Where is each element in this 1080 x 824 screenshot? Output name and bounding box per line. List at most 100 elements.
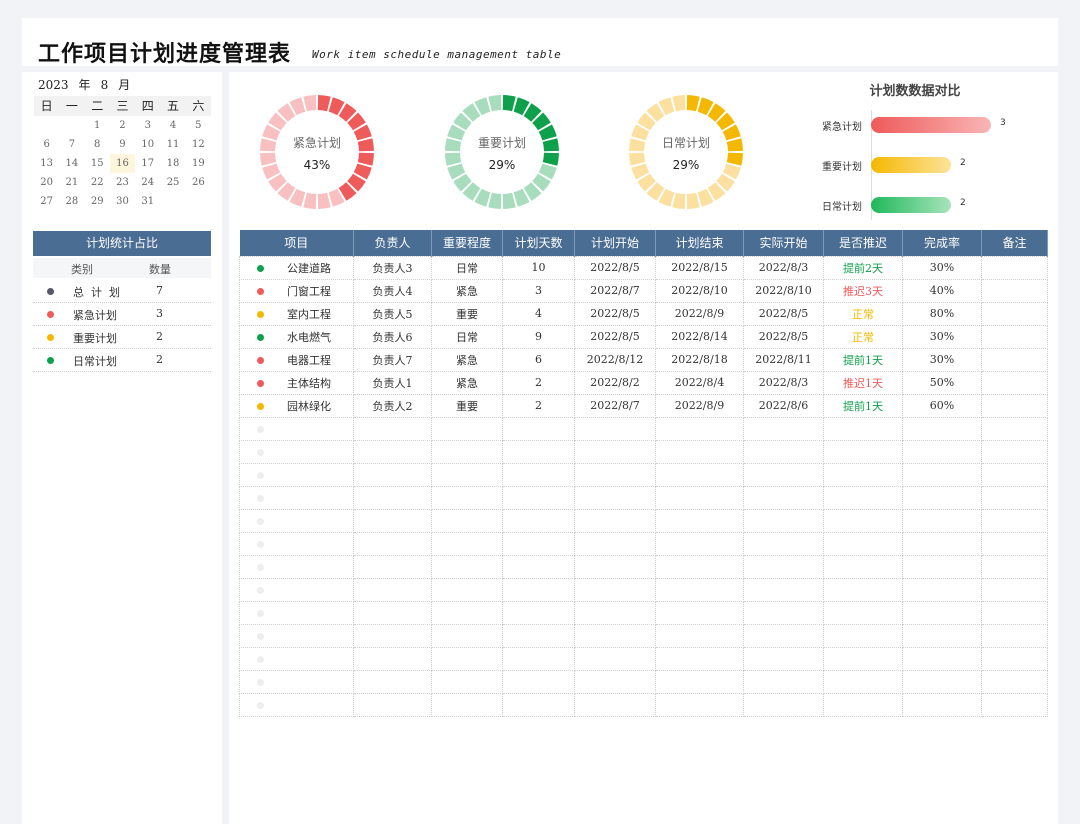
cell-rate[interactable]: 80% <box>902 301 982 326</box>
calendar-day[interactable]: 30 <box>110 192 135 211</box>
cell-project[interactable] <box>239 439 354 464</box>
calendar-day[interactable]: 15 <box>85 154 110 173</box>
cell-delay[interactable]: 提前2天 <box>823 255 903 280</box>
cell-project[interactable]: 水电燃气 <box>239 324 354 349</box>
cell-delay[interactable]: 提前1天 <box>823 393 903 418</box>
cell-empty[interactable] <box>574 439 656 464</box>
cell-plan-end[interactable]: 2022/8/15 <box>655 255 744 280</box>
cell-empty[interactable] <box>502 554 575 579</box>
cell-empty[interactable] <box>902 669 982 694</box>
cell-owner[interactable]: 负责人3 <box>353 255 432 280</box>
cell-project[interactable] <box>239 600 354 625</box>
cell-empty[interactable] <box>743 669 824 694</box>
table-row-empty[interactable] <box>239 485 1048 510</box>
cell-project[interactable] <box>239 462 354 487</box>
calendar-day[interactable]: 29 <box>85 192 110 211</box>
cell-empty[interactable] <box>743 600 824 625</box>
cell-days[interactable]: 2 <box>502 370 575 395</box>
cell-empty[interactable] <box>823 485 903 510</box>
cell-empty[interactable] <box>823 508 903 533</box>
cell-empty[interactable] <box>431 623 503 648</box>
cell-project[interactable]: 园林绿化 <box>239 393 354 418</box>
cell-empty[interactable] <box>431 508 503 533</box>
cell-level[interactable]: 日常 <box>431 324 503 349</box>
cell-empty[interactable] <box>902 462 982 487</box>
cell-empty[interactable] <box>743 692 824 717</box>
cell-empty[interactable] <box>902 577 982 602</box>
cell-empty[interactable] <box>431 416 503 441</box>
calendar-day[interactable]: 28 <box>59 192 84 211</box>
cell-empty[interactable] <box>353 623 432 648</box>
cell-empty[interactable] <box>902 646 982 671</box>
cell-project[interactable] <box>239 416 354 441</box>
cell-plan-end[interactable]: 2022/8/9 <box>655 301 744 326</box>
cell-actual-start[interactable]: 2022/8/11 <box>743 347 824 372</box>
cell-empty[interactable] <box>574 646 656 671</box>
cell-empty[interactable] <box>981 462 1048 487</box>
cell-days[interactable]: 3 <box>502 278 575 303</box>
cell-days[interactable]: 4 <box>502 301 575 326</box>
cell-empty[interactable] <box>981 600 1048 625</box>
cell-plan-start[interactable]: 2022/8/5 <box>574 301 656 326</box>
cell-note[interactable] <box>981 393 1048 418</box>
table-row-empty[interactable] <box>239 554 1048 579</box>
table-row-empty[interactable] <box>239 416 1048 441</box>
table-row[interactable]: 公建道路 负责人3 日常 10 2022/8/5 2022/8/15 2022/8/3 提前2… <box>239 255 1048 280</box>
calendar-day[interactable]: 7 <box>59 135 84 154</box>
cell-note[interactable] <box>981 370 1048 395</box>
cell-empty[interactable] <box>431 692 503 717</box>
table-row-empty[interactable] <box>239 577 1048 602</box>
cell-empty[interactable] <box>574 623 656 648</box>
cell-empty[interactable] <box>902 623 982 648</box>
cell-empty[interactable] <box>981 669 1048 694</box>
cell-empty[interactable] <box>502 623 575 648</box>
cell-empty[interactable] <box>655 692 744 717</box>
table-row[interactable]: 门窗工程 负责人4 紧急 3 2022/8/7 2022/8/10 2022/8/10 推迟3… <box>239 278 1048 303</box>
calendar-day[interactable]: 5 <box>186 116 211 135</box>
cell-level[interactable]: 紧急 <box>431 347 503 372</box>
cell-empty[interactable] <box>353 508 432 533</box>
cell-level[interactable]: 日常 <box>431 255 503 280</box>
cell-empty[interactable] <box>743 439 824 464</box>
cell-empty[interactable] <box>902 554 982 579</box>
table-row[interactable]: 水电燃气 负责人6 日常 9 2022/8/5 2022/8/14 2022/8/5 正常 30… <box>239 324 1048 349</box>
calendar-day[interactable]: 1 <box>85 116 110 135</box>
cell-empty[interactable] <box>823 462 903 487</box>
cell-empty[interactable] <box>981 416 1048 441</box>
cell-empty[interactable] <box>743 508 824 533</box>
cell-project[interactable]: 公建道路 <box>239 255 354 280</box>
cell-owner[interactable]: 负责人7 <box>353 347 432 372</box>
calendar-day[interactable]: 18 <box>160 154 185 173</box>
cell-empty[interactable] <box>823 577 903 602</box>
table-row-empty[interactable] <box>239 669 1048 694</box>
cell-empty[interactable] <box>431 554 503 579</box>
cell-empty[interactable] <box>431 439 503 464</box>
calendar-day[interactable]: 23 <box>110 173 135 192</box>
cell-actual-start[interactable]: 2022/8/5 <box>743 301 824 326</box>
calendar-day[interactable]: 16 <box>109 154 136 173</box>
cell-empty[interactable] <box>823 416 903 441</box>
cell-rate[interactable]: 30% <box>902 324 982 349</box>
cell-level[interactable]: 紧急 <box>431 278 503 303</box>
cell-empty[interactable] <box>353 462 432 487</box>
calendar-day[interactable]: 11 <box>160 135 185 154</box>
cell-plan-start[interactable]: 2022/8/7 <box>574 393 656 418</box>
table-row-empty[interactable] <box>239 462 1048 487</box>
cell-empty[interactable] <box>574 485 656 510</box>
cell-delay[interactable]: 推迟3天 <box>823 278 903 303</box>
cell-rate[interactable]: 50% <box>902 370 982 395</box>
cell-empty[interactable] <box>431 531 503 556</box>
calendar-day[interactable]: 12 <box>186 135 211 154</box>
cell-empty[interactable] <box>655 531 744 556</box>
cell-empty[interactable] <box>502 485 575 510</box>
cell-empty[interactable] <box>574 554 656 579</box>
cell-empty[interactable] <box>353 416 432 441</box>
table-row-empty[interactable] <box>239 600 1048 625</box>
cell-project[interactable] <box>239 531 354 556</box>
cell-empty[interactable] <box>502 646 575 671</box>
table-row-empty[interactable] <box>239 439 1048 464</box>
cell-empty[interactable] <box>502 669 575 694</box>
cell-empty[interactable] <box>902 692 982 717</box>
cell-plan-end[interactable]: 2022/8/10 <box>655 278 744 303</box>
cell-empty[interactable] <box>743 646 824 671</box>
